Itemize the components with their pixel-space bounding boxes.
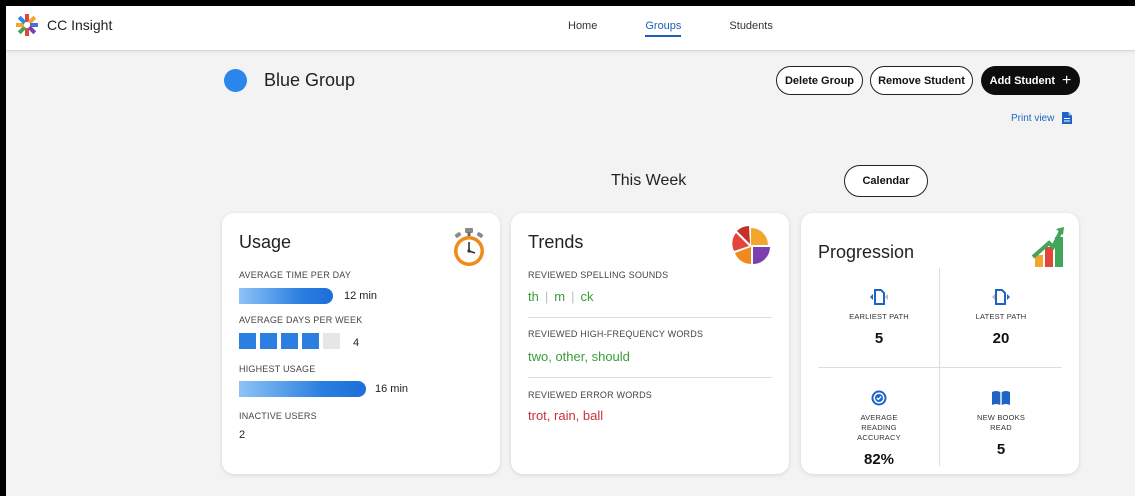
nav-home[interactable]: Home (568, 20, 597, 37)
remove-student-label: Remove Student (878, 74, 965, 87)
print-view-label: Print view (1011, 112, 1055, 124)
brand[interactable]: CC Insight (16, 14, 112, 36)
separator: | (571, 289, 575, 304)
day-square-filled (260, 333, 277, 349)
app-name: CC Insight (47, 17, 113, 33)
reading-accuracy-cell: AVERAGE READING ACCURACY 82% (819, 390, 939, 468)
add-student-label: Add Student (989, 74, 1056, 87)
divider (818, 367, 1062, 368)
calendar-label: Calendar (862, 175, 910, 187)
avg-time-label: AVERAGE TIME PER DAY (239, 270, 352, 280)
highest-usage-bar (239, 381, 366, 397)
cc-logo-icon (16, 14, 38, 36)
latest-path-cell: LATEST PATH 20 (941, 289, 1061, 347)
stopwatch-icon (454, 228, 484, 266)
progression-card: Progression EARLIEST PATH 5 LATEST PATH … (801, 213, 1079, 474)
trends-title: Trends (528, 232, 584, 252)
progression-title: Progression (818, 242, 915, 262)
pie-chart-icon (732, 226, 770, 265)
avg-time-value: 12 min (344, 290, 378, 302)
add-student-button[interactable]: Add Student + (981, 66, 1080, 95)
path-left-icon (870, 289, 888, 305)
spelling-sounds-label: REVIEWED SPELLING SOUNDS (528, 270, 669, 280)
app-frame: CC Insight Home Groups Students Blue Gro… (6, 6, 1135, 496)
avg-days-label: AVERAGE DAYS PER WEEK (239, 315, 363, 325)
group-title: Blue Group (264, 70, 356, 90)
new-books-cell: NEW BOOKS READ 5 (941, 390, 1061, 458)
delete-group-label: Delete Group (784, 74, 855, 87)
latest-path-label: LATEST PATH (975, 312, 1027, 321)
highest-usage-label: HIGHEST USAGE (239, 364, 316, 374)
check-circle-icon (871, 390, 887, 406)
earliest-path-cell: EARLIEST PATH 5 (819, 289, 939, 347)
avg-time-bar (239, 288, 333, 304)
new-books-label: NEW BOOKS READ (976, 413, 1026, 432)
sound-item: ck (580, 289, 594, 304)
divider (528, 377, 772, 378)
plus-icon: + (1062, 71, 1072, 89)
usage-card: Usage AVERAGE TIME PER DAY 12 min AVERAG… (222, 213, 500, 474)
group-color-dot (224, 69, 247, 92)
highest-usage-value: 16 min (375, 383, 409, 395)
earliest-path-value: 5 (874, 330, 884, 347)
inactive-users-value: 2 (239, 429, 246, 441)
day-square-filled (239, 333, 256, 349)
nav-groups[interactable]: Groups (645, 20, 682, 37)
day-square-filled (302, 333, 319, 349)
error-words-label: REVIEWED ERROR WORDS (528, 390, 653, 400)
nav-students[interactable]: Students (729, 20, 772, 37)
calendar-button[interactable]: Calendar (844, 165, 928, 197)
sound-item: m (554, 289, 566, 304)
period-label: This Week (611, 172, 687, 189)
day-square-empty (323, 333, 340, 349)
inactive-users-label: INACTIVE USERS (239, 411, 317, 421)
day-square-filled (281, 333, 298, 349)
main-nav: Home Groups Students (568, 20, 821, 37)
sound-item: th (528, 289, 539, 304)
open-book-icon (992, 391, 1010, 405)
usage-title: Usage (239, 232, 292, 252)
remove-student-button[interactable]: Remove Student (870, 66, 973, 95)
print-view-link[interactable]: Print view (1011, 112, 1073, 124)
new-books-value: 5 (996, 441, 1006, 458)
hf-words-value: two, other, should (528, 349, 630, 364)
top-nav-bar: CC Insight Home Groups Students (6, 6, 1135, 51)
growth-chart-icon (1031, 227, 1064, 267)
trends-card: Trends REVIEWED SPELLING SOUNDS th | m | ck … (511, 213, 789, 474)
document-icon (1062, 112, 1073, 124)
path-right-icon (992, 289, 1010, 305)
divider (528, 317, 772, 318)
spelling-sounds-list: th | m | ck (528, 289, 593, 304)
separator: | (544, 289, 549, 304)
hf-words-label: REVIEWED HIGH-FREQUENCY WORDS (528, 329, 704, 339)
reading-accuracy-value: 82% (863, 451, 895, 468)
latest-path-value: 20 (992, 330, 1010, 347)
delete-group-button[interactable]: Delete Group (776, 66, 863, 95)
avg-days-value: 4 (353, 337, 360, 349)
reading-accuracy-label: AVERAGE READING ACCURACY (857, 413, 901, 442)
error-words-value: trot, rain, ball (528, 408, 604, 423)
earliest-path-label: EARLIEST PATH (849, 312, 909, 321)
